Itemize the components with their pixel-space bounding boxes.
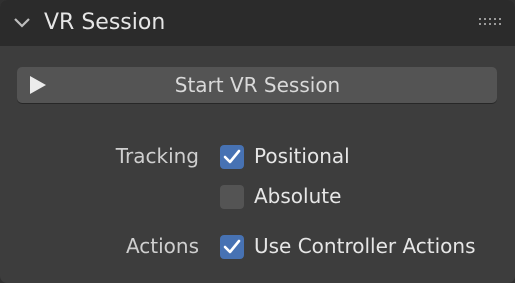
drag-handle-icon[interactable] xyxy=(479,17,501,29)
start-vr-session-button[interactable]: Start VR Session xyxy=(17,67,497,103)
tracking-label: Tracking xyxy=(115,144,199,168)
positional-checkbox[interactable] xyxy=(220,145,244,169)
chevron-down-icon[interactable] xyxy=(12,14,32,32)
use-controller-actions-checkbox[interactable] xyxy=(220,235,244,259)
absolute-checkbox[interactable] xyxy=(220,185,244,209)
panel-title: VR Session xyxy=(44,10,166,35)
vr-session-panel: VR Session Start VR Session Tracking Pos… xyxy=(0,0,515,283)
start-vr-session-label: Start VR Session xyxy=(174,73,341,97)
use-controller-actions-label[interactable]: Use Controller Actions xyxy=(254,233,476,259)
actions-label: Actions xyxy=(125,234,199,258)
positional-label[interactable]: Positional xyxy=(254,143,350,169)
panel-header[interactable]: VR Session xyxy=(0,0,515,46)
checkmark-icon xyxy=(223,149,241,164)
checkmark-icon xyxy=(223,239,241,254)
absolute-label[interactable]: Absolute xyxy=(254,183,341,209)
